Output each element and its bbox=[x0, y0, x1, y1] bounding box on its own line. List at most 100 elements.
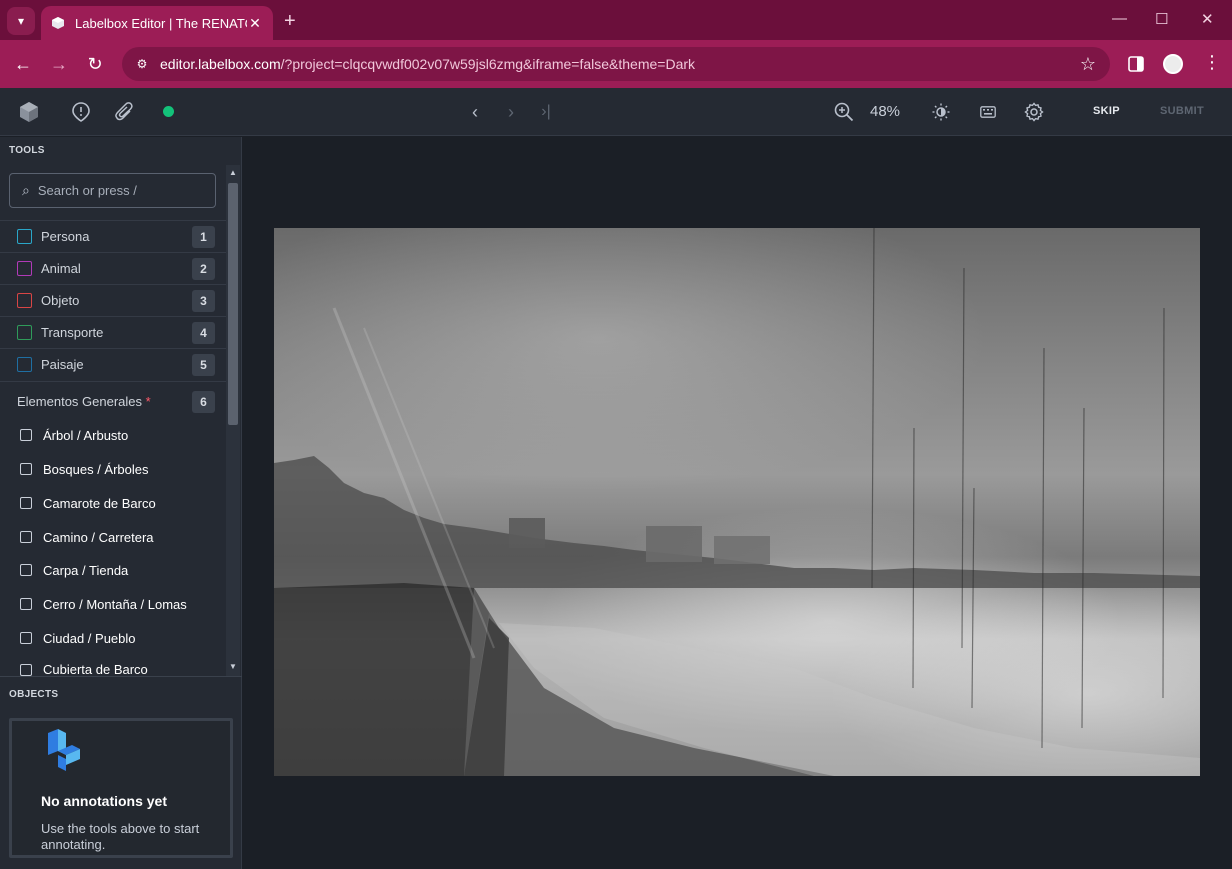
tool-item-transporte[interactable]: Transporte 4 bbox=[0, 316, 226, 348]
scrollbar-thumb[interactable] bbox=[228, 183, 238, 425]
checkbox-option[interactable]: Árbol / Arbusto bbox=[0, 418, 226, 452]
tool-color-swatch bbox=[17, 325, 32, 340]
asset-image[interactable] bbox=[274, 228, 1200, 776]
skip-button[interactable]: SKIP bbox=[1093, 105, 1120, 117]
tool-item-objeto[interactable]: Objeto 3 bbox=[0, 284, 226, 316]
option-label: Carpa / Tienda bbox=[43, 562, 129, 578]
bookmark-star-icon[interactable]: ☆ bbox=[1080, 54, 1096, 75]
tool-search-input[interactable] bbox=[37, 183, 198, 198]
option-label: Ciudad / Pueblo bbox=[43, 630, 136, 646]
skip-to-last-icon[interactable]: ›| bbox=[537, 88, 555, 136]
checkbox-option[interactable]: Bosques / Árboles bbox=[0, 452, 226, 486]
maximize-icon[interactable]: ☐ bbox=[1155, 10, 1168, 28]
hotkey-badge: 2 bbox=[192, 257, 215, 280]
tool-search[interactable]: ⌕ bbox=[9, 173, 216, 208]
tool-label: Animal bbox=[41, 261, 81, 276]
tool-color-swatch bbox=[17, 293, 32, 308]
checkbox-option[interactable]: Camino / Carretera bbox=[0, 520, 226, 554]
back-arrow-icon[interactable]: ← bbox=[11, 52, 35, 76]
option-label: Árbol / Arbusto bbox=[43, 427, 129, 443]
checkbox[interactable] bbox=[20, 463, 32, 475]
browser-tab[interactable]: Labelbox Editor | The RENATO P ✕ bbox=[41, 6, 273, 40]
checkbox-option[interactable]: Ciudad / Pueblo bbox=[0, 621, 226, 655]
close-window-icon[interactable]: ✕ bbox=[1201, 10, 1214, 28]
submit-button[interactable]: SUBMIT bbox=[1160, 105, 1204, 117]
editor-header: ‹ › ›| 48% SKIP SUBMIT bbox=[0, 88, 1232, 136]
new-tab-icon[interactable]: + bbox=[284, 10, 296, 33]
hotkey-badge: 6 bbox=[192, 390, 215, 413]
checkbox[interactable] bbox=[20, 598, 32, 610]
tool-label: Persona bbox=[41, 229, 90, 244]
objects-empty-state: No annotations yet Use the tools above t… bbox=[9, 718, 233, 858]
address-bar[interactable]: ⚙ editor.labelbox.com/?project=clqcqvwdf… bbox=[122, 47, 1110, 81]
side-panel-icon[interactable] bbox=[1128, 56, 1144, 72]
tool-label: Objeto bbox=[41, 293, 80, 308]
empty-state-description: Use the tools above to start annotating. bbox=[41, 821, 200, 852]
tool-item-paisaje[interactable]: Paisaje 5 bbox=[0, 348, 226, 380]
profile-avatar[interactable] bbox=[1163, 54, 1183, 74]
browser-tab-bar: ▾ Labelbox Editor | The RENATO P ✕ + — ☐… bbox=[0, 0, 1232, 40]
tool-label: Transporte bbox=[41, 325, 104, 340]
tool-item-animal[interactable]: Animal 2 bbox=[0, 252, 226, 284]
forward-arrow-icon[interactable]: → bbox=[47, 52, 71, 76]
zoom-level[interactable]: 48% bbox=[870, 103, 900, 120]
chevron-down-icon: ▾ bbox=[17, 14, 25, 28]
tool-color-swatch bbox=[17, 261, 32, 276]
minimize-icon[interactable]: — bbox=[1112, 10, 1127, 27]
option-label: Cerro / Montaña / Lomas bbox=[43, 596, 187, 612]
status-indicator bbox=[163, 106, 174, 117]
browser-toolbar: ← → ↻ ⚙ editor.labelbox.com/?project=clq… bbox=[0, 40, 1232, 88]
empty-state-title: No annotations yet bbox=[41, 793, 168, 809]
required-marker: * bbox=[145, 394, 151, 409]
checkbox-option[interactable]: Camarote de Barco bbox=[0, 486, 226, 520]
browser-menu-icon[interactable]: ⋮ bbox=[1203, 52, 1221, 73]
tool-item-persona[interactable]: Persona 1 bbox=[0, 220, 226, 252]
issue-pin-icon[interactable] bbox=[72, 102, 90, 122]
classification-elementos-generales[interactable]: Elementos Generales * 6 bbox=[0, 381, 226, 421]
photo-content bbox=[274, 228, 1200, 776]
scroll-up-arrow-icon[interactable]: ▲ bbox=[229, 168, 237, 177]
brightness-icon[interactable] bbox=[932, 103, 950, 121]
checkbox[interactable] bbox=[20, 497, 32, 509]
tools-sidebar: TOOLS ⌕ Persona 1 Animal 2 Objeto 3 Tran… bbox=[0, 137, 242, 869]
option-label: Cubierta de Barco bbox=[43, 662, 148, 676]
site-info-icon[interactable]: ⚙ bbox=[132, 54, 152, 74]
checkbox-option[interactable]: Carpa / Tienda bbox=[0, 553, 226, 587]
keyboard-shortcuts-icon[interactable] bbox=[980, 106, 996, 118]
checkbox[interactable] bbox=[20, 564, 32, 576]
option-label: Camino / Carretera bbox=[43, 529, 154, 545]
previous-chevron-icon[interactable]: ‹ bbox=[467, 88, 483, 136]
checkbox[interactable] bbox=[20, 531, 32, 543]
divider bbox=[0, 676, 242, 677]
labelbox-logo-icon[interactable] bbox=[18, 100, 40, 124]
option-label: Camarote de Barco bbox=[43, 495, 156, 511]
labelbox-favicon-icon bbox=[52, 17, 64, 29]
tab-close-icon[interactable]: ✕ bbox=[247, 15, 263, 32]
annotation-canvas[interactable] bbox=[243, 137, 1232, 869]
search-icon: ⌕ bbox=[22, 182, 30, 198]
classification-label: Elementos Generales * bbox=[17, 394, 151, 409]
zoom-in-icon[interactable] bbox=[834, 102, 854, 122]
checkbox[interactable] bbox=[20, 632, 32, 644]
option-label: Bosques / Árboles bbox=[43, 461, 149, 477]
checkbox-option[interactable]: Cerro / Montaña / Lomas bbox=[0, 587, 226, 621]
checkbox[interactable] bbox=[20, 429, 32, 441]
hotkey-badge: 5 bbox=[192, 353, 215, 376]
tab-search-button[interactable]: ▾ bbox=[7, 7, 35, 35]
settings-gear-icon[interactable] bbox=[1024, 102, 1044, 122]
tool-color-swatch bbox=[17, 229, 32, 244]
tools-scrollbar[interactable]: ▲ ▼ bbox=[226, 165, 240, 676]
reload-icon[interactable]: ↻ bbox=[83, 52, 107, 76]
checkbox-option[interactable]: Cubierta de Barco bbox=[0, 654, 226, 676]
tools-section-title: TOOLS bbox=[9, 145, 45, 156]
hotkey-badge: 4 bbox=[192, 321, 215, 344]
checkbox[interactable] bbox=[20, 664, 32, 676]
hotkey-badge: 3 bbox=[192, 289, 215, 312]
tool-color-swatch bbox=[17, 357, 32, 372]
objects-section-title: OBJECTS bbox=[9, 689, 59, 700]
scroll-down-arrow-icon[interactable]: ▼ bbox=[229, 662, 237, 671]
url-text: editor.labelbox.com/?project=clqcqvwdf00… bbox=[160, 56, 696, 72]
next-chevron-icon[interactable]: › bbox=[503, 88, 519, 136]
attachment-paperclip-icon[interactable] bbox=[115, 102, 135, 122]
tool-label: Paisaje bbox=[41, 357, 84, 372]
